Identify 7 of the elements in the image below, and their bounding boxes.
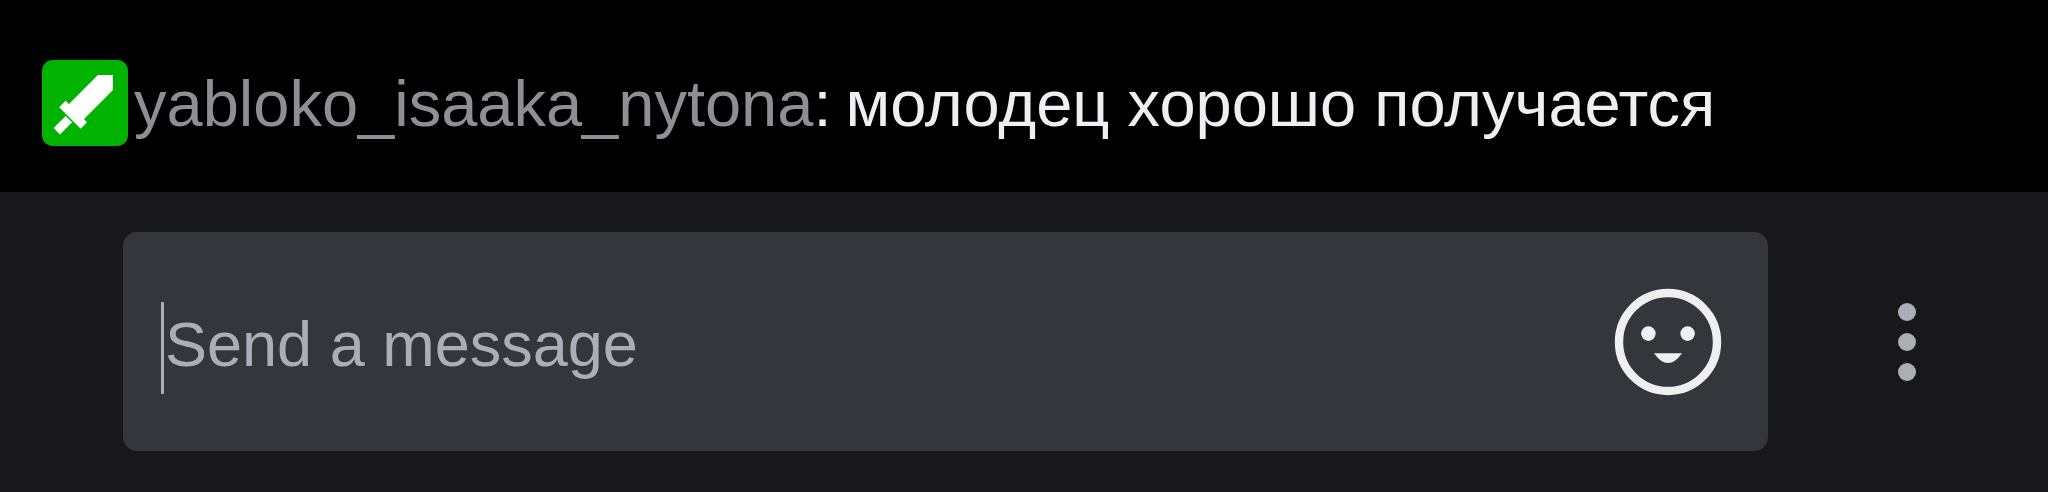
- message-input-field[interactable]: Send a message: [161, 307, 1612, 380]
- message-box[interactable]: Send a message: [123, 232, 1768, 451]
- message-text: молодец хорошо получается: [845, 65, 1716, 141]
- sword-badge-icon: [42, 60, 128, 146]
- username[interactable]: yabloko_isaaka_nytona: [134, 65, 814, 141]
- more-options-icon[interactable]: [1897, 301, 1917, 382]
- separator: :: [813, 65, 832, 141]
